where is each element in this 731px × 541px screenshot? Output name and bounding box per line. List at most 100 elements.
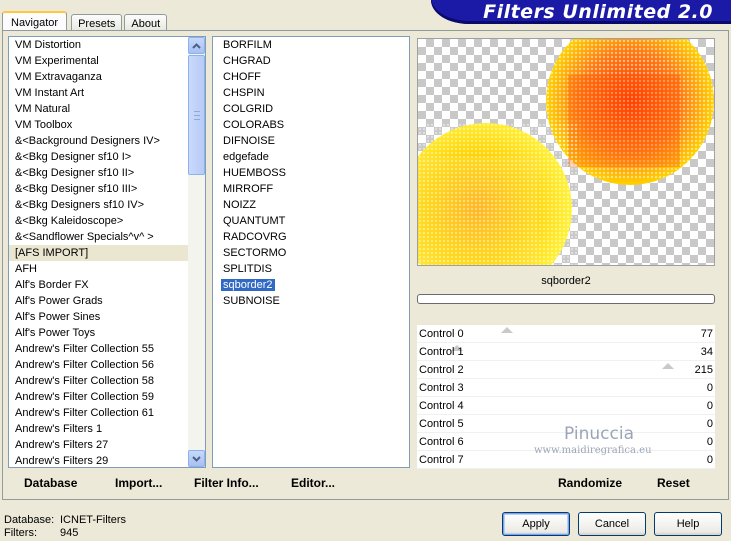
filter-item-label: COLGRID — [223, 103, 274, 115]
category-list[interactable]: VM Distortion VM Experimental VM Extravaga… — [8, 36, 206, 468]
editor-button[interactable]: Editor... — [291, 476, 335, 490]
filter-item[interactable]: sqborder2 — [213, 277, 409, 293]
status-filters-value: 945 — [60, 527, 79, 539]
category-item[interactable]: &<Sandflower Specials^v^ > — [9, 229, 189, 245]
filter-item[interactable]: RADCOVRG — [213, 229, 409, 245]
filter-item[interactable]: SPLITDIS — [213, 261, 409, 277]
watermark-title: Pinuccia — [564, 424, 634, 444]
filter-list[interactable]: BORFILM CHGRAD CHOFF CHSPIN COLGRID COLORABS D… — [212, 36, 410, 468]
filter-item[interactable]: DIFNOISE — [213, 133, 409, 149]
category-item[interactable]: VM Distortion — [9, 37, 189, 53]
tab-strip: Navigator Presets About — [2, 8, 169, 32]
category-item[interactable]: &<Bkg Designer sf10 III> — [9, 181, 189, 197]
category-item[interactable]: Alf's Power Toys — [9, 325, 189, 341]
status-filters-label: Filters: — [4, 527, 37, 539]
filter-item-label: CHGRAD — [223, 55, 271, 67]
filter-item-label: BORFILM — [223, 39, 272, 51]
control-value: 77 — [700, 328, 713, 340]
filter-item-label: edgefade — [223, 151, 269, 163]
category-item[interactable]: &<Bkg Kaleidoscope> — [9, 213, 189, 229]
cancel-button[interactable]: Cancel — [578, 512, 646, 536]
category-item[interactable]: Andrew's Filter Collection 56 — [9, 357, 189, 373]
category-item[interactable]: VM Instant Art — [9, 85, 189, 101]
category-item[interactable]: [AFS IMPORT] — [9, 245, 189, 261]
slider-marker[interactable] — [501, 327, 513, 333]
category-item[interactable]: Andrew's Filters 1 — [9, 421, 189, 437]
category-item[interactable]: Alf's Power Sines — [9, 309, 189, 325]
category-item[interactable]: VM Extravaganza — [9, 69, 189, 85]
help-button[interactable]: Help — [654, 512, 722, 536]
filter-item[interactable]: NOIZZ — [213, 197, 409, 213]
filter-item[interactable]: QUANTUMT — [213, 213, 409, 229]
chevron-down-icon — [192, 455, 201, 462]
reset-button[interactable]: Reset — [657, 476, 690, 490]
control-label: Control 4 — [419, 400, 464, 412]
filter-item[interactable]: SECTORMO — [213, 245, 409, 261]
status-database-label: Database: — [4, 514, 55, 526]
category-scrollbar[interactable] — [188, 37, 205, 467]
category-item[interactable]: Andrew's Filters 27 — [9, 437, 189, 453]
filter-item[interactable]: edgefade — [213, 149, 409, 165]
grip-icon — [194, 111, 200, 120]
category-item[interactable]: VM Natural — [9, 101, 189, 117]
filter-item[interactable]: CHSPIN — [213, 85, 409, 101]
control-value: 215 — [694, 364, 713, 376]
control-value: 0 — [706, 436, 713, 448]
control-slider-3[interactable]: Control 3 0 — [417, 379, 715, 397]
scroll-thumb[interactable] — [188, 55, 205, 175]
filter-item[interactable]: SUBNOISE — [213, 293, 409, 309]
scroll-up-button[interactable] — [188, 37, 205, 54]
filter-item[interactable]: COLORABS — [213, 117, 409, 133]
filter-item[interactable]: CHOFF — [213, 69, 409, 85]
category-item[interactable]: &<Bkg Designer sf10 I> — [9, 149, 189, 165]
filter-item-label: SECTORMO — [223, 247, 287, 259]
filter-item[interactable]: CHGRAD — [213, 53, 409, 69]
slider-marker[interactable] — [662, 363, 674, 369]
control-slider-0[interactable]: Control 0 77 — [417, 325, 715, 343]
app-title: Filters Unlimited 2.0 — [483, 1, 713, 23]
category-item[interactable]: VM Experimental — [9, 53, 189, 69]
filter-item-label: sqborder2 — [221, 279, 275, 291]
control-label: Control 7 — [419, 454, 464, 466]
control-value: 34 — [700, 346, 713, 358]
filter-item-label: SPLITDIS — [223, 263, 272, 275]
control-slider-1[interactable]: Control 1 34 — [417, 343, 715, 361]
control-label: Control 1 — [419, 346, 464, 358]
category-item[interactable]: &<Background Designers IV> — [9, 133, 189, 149]
scroll-down-button[interactable] — [188, 450, 205, 467]
control-label: Control 5 — [419, 418, 464, 430]
chevron-up-icon — [192, 42, 201, 49]
control-label: Control 6 — [419, 436, 464, 448]
category-items: VM Distortion VM Experimental VM Extravaga… — [9, 37, 189, 467]
tab-navigator[interactable]: Navigator — [2, 11, 68, 32]
category-item[interactable]: Andrew's Filters 29 — [9, 453, 189, 467]
category-item[interactable]: &<Bkg Designers sf10 IV> — [9, 197, 189, 213]
filter-item[interactable]: COLGRID — [213, 101, 409, 117]
category-item[interactable]: &<Bkg Designer sf10 II> — [9, 165, 189, 181]
filter-item-label: SUBNOISE — [223, 295, 280, 307]
category-item[interactable]: Andrew's Filter Collection 61 — [9, 405, 189, 421]
category-item[interactable]: Alf's Power Grads — [9, 293, 189, 309]
filter-item-label: CHOFF — [223, 71, 261, 83]
category-item[interactable]: Andrew's Filter Collection 58 — [9, 373, 189, 389]
filter-item-label: CHSPIN — [223, 87, 265, 99]
progress-bar — [417, 294, 715, 304]
filter-info-button[interactable]: Filter Info... — [194, 476, 259, 490]
filter-item[interactable]: HUEMBOSS — [213, 165, 409, 181]
randomize-button[interactable]: Randomize — [558, 476, 622, 490]
filter-item[interactable]: MIRROFF — [213, 181, 409, 197]
category-item[interactable]: AFH — [9, 261, 189, 277]
apply-button[interactable]: Apply — [502, 512, 570, 536]
import-button[interactable]: Import... — [115, 476, 162, 490]
category-item[interactable]: VM Toolbox — [9, 117, 189, 133]
category-item[interactable]: Andrew's Filter Collection 55 — [9, 341, 189, 357]
filter-item[interactable]: BORFILM — [213, 37, 409, 53]
filter-item-label: QUANTUMT — [223, 215, 286, 227]
database-button[interactable]: Database — [24, 476, 77, 490]
control-slider-2[interactable]: Control 2 215 — [417, 361, 715, 379]
category-item[interactable]: Alf's Border FX — [9, 277, 189, 293]
category-item[interactable]: Andrew's Filter Collection 59 — [9, 389, 189, 405]
preview-graphic — [418, 39, 715, 265]
filter-item-label: COLORABS — [223, 119, 285, 131]
control-slider-4[interactable]: Control 4 0 — [417, 397, 715, 415]
